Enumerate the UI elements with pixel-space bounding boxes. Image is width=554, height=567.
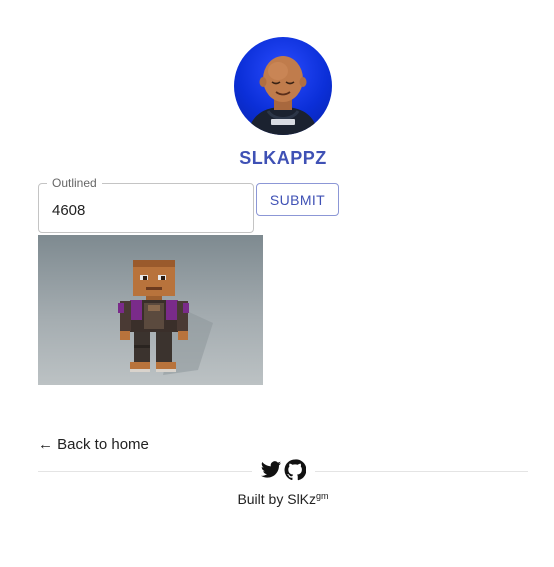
- avatar-character-image: [248, 56, 318, 135]
- built-by-suffix: gm: [316, 491, 329, 501]
- footer-divider-left: [38, 471, 252, 472]
- built-by-text: Built by SlKz: [237, 491, 317, 507]
- submit-button[interactable]: SUBMIT: [256, 183, 339, 216]
- twitter-icon[interactable]: [260, 459, 282, 481]
- footer-divider-right: [315, 471, 528, 472]
- github-icon[interactable]: [284, 459, 307, 481]
- back-to-home-link[interactable]: ← Back to home: [38, 436, 149, 454]
- profile-name: SLKAPPZ: [239, 148, 327, 168]
- avatar: [234, 37, 332, 135]
- id-input[interactable]: [39, 184, 253, 232]
- profile-page: SLKAPPZ Outlined SUBMIT: [0, 0, 554, 567]
- outlined-text-field[interactable]: Outlined: [38, 176, 254, 233]
- built-by-credit: Built by SlKzgm: [0, 491, 554, 507]
- avatar-render-image: [38, 235, 263, 385]
